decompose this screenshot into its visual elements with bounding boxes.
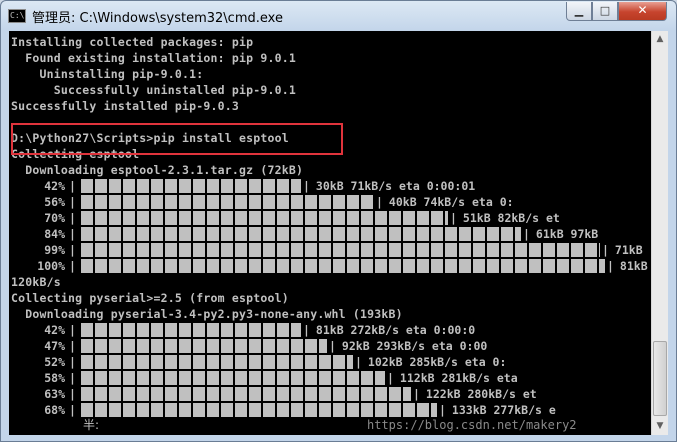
vertical-scrollbar[interactable]: ▲ ▼	[651, 31, 668, 435]
window-title: 管理员: C:\Windows\system32\cmd.exe	[32, 11, 283, 26]
progress-stats: 81kB	[613, 259, 648, 273]
console-output[interactable]: Installing collected packages: pip Found…	[9, 31, 651, 435]
maximize-button[interactable]: □	[592, 2, 618, 21]
progress-percent: 63%	[44, 387, 65, 401]
progress-bar-fill	[81, 323, 301, 337]
progress-percent: 100%	[37, 259, 65, 273]
progress-bar-start: |	[69, 339, 76, 353]
progress-bar	[81, 403, 437, 417]
progress-percent: 84%	[44, 227, 65, 241]
progress-bar-start: |	[69, 259, 76, 273]
progress-stats: 81kB 272kB/s eta 0:00:0	[309, 323, 476, 337]
progress-row: 42% | | 81kB 272kB/s eta 0:00:0	[9, 322, 651, 338]
progress-stats: 71kB	[608, 243, 643, 257]
minimize-button[interactable]: ▁	[566, 2, 592, 21]
progress-bar	[81, 323, 301, 337]
progress-percent: 99%	[44, 243, 65, 257]
progress-bar-start: |	[69, 387, 76, 401]
progress-bar-fill	[81, 227, 521, 241]
progress-bar-start: |	[69, 179, 76, 193]
console-line: Downloading esptool-2.3.1.tar.gz (72kB)	[11, 163, 304, 177]
progress-bar	[81, 179, 301, 193]
console-line: 120kB/s	[11, 275, 61, 289]
progress-row: 68% | | 133kB 277kB/s e	[9, 402, 651, 418]
highlight-box	[11, 123, 343, 155]
progress-bar-fill	[81, 259, 605, 273]
progress-bar-fill	[81, 211, 448, 225]
ime-status: 半:	[83, 418, 100, 432]
progress-percent: 58%	[44, 371, 65, 385]
progress-stats: 92kB 293kB/s eta 0:00	[335, 339, 488, 353]
scroll-up-arrow-icon[interactable]: ▲	[652, 31, 668, 48]
console-line: Uninstalling pip-9.0.1:	[11, 67, 204, 81]
progress-stats: 61kB 97kB	[529, 227, 599, 241]
progress-stats: 133kB 277kB/s e	[445, 403, 556, 417]
progress-bar-fill	[81, 371, 385, 385]
progress-bar-fill	[81, 179, 301, 193]
progress-stats: 51kB 82kB/s et	[456, 211, 560, 225]
progress-bar	[81, 339, 327, 353]
console-line: Downloading pyserial-3.4-py2.py3-none-an…	[11, 307, 403, 321]
cmd-icon[interactable]: C:\	[8, 9, 26, 23]
progress-row: 63% | | 122kB 280kB/s et	[9, 386, 651, 402]
progress-row: 84% | | 61kB 97kB	[9, 226, 651, 242]
scrollbar-thumb[interactable]	[653, 341, 667, 416]
progress-bar-start: |	[69, 371, 76, 385]
progress-bar	[81, 195, 374, 209]
progress-row: 52% | | 102kB 285kB/s eta 0:	[9, 354, 651, 370]
progress-percent: 70%	[44, 211, 65, 225]
progress-bar-start: |	[69, 227, 76, 241]
console-line: Successfully installed pip-9.0.3	[11, 99, 239, 113]
console-line: Collecting pyserial>=2.5 (from esptool)	[11, 291, 289, 305]
progress-bar-fill	[81, 355, 353, 369]
progress-bar-start: |	[69, 243, 76, 257]
progress-percent: 52%	[44, 355, 65, 369]
progress-row: 58% | | 112kB 281kB/s eta	[9, 370, 651, 386]
progress-bar-fill	[81, 339, 327, 353]
progress-stats: 102kB 285kB/s eta 0:	[361, 355, 507, 369]
progress-stats: 40kB 74kB/s eta 0:	[382, 195, 514, 209]
watermark: https://blog.csdn.net/makery2	[367, 418, 577, 432]
progress-bar-start: |	[69, 355, 76, 369]
progress-bar	[81, 259, 605, 273]
progress-percent: 42%	[44, 323, 65, 337]
progress-bar-fill	[81, 403, 437, 417]
progress-bar-start: |	[69, 211, 76, 225]
progress-percent: 68%	[44, 403, 65, 417]
console-line: Successfully uninstalled pip-9.0.1	[11, 83, 296, 97]
progress-row: 47% | | 92kB 293kB/s eta 0:00	[9, 338, 651, 354]
progress-percent: 56%	[44, 195, 65, 209]
title-bar[interactable]: C:\ 管理员: C:\Windows\system32\cmd.exe ▁ □…	[1, 1, 676, 31]
progress-row: 42% | | 30kB 71kB/s eta 0:00:01	[9, 178, 651, 194]
cmd-window: C:\ 管理员: C:\Windows\system32\cmd.exe ▁ □…	[0, 0, 677, 442]
progress-row: 56% | | 40kB 74kB/s eta 0:	[9, 194, 651, 210]
progress-stats: 112kB 281kB/s eta	[393, 371, 518, 385]
progress-bar	[81, 243, 600, 257]
progress-bar	[81, 387, 411, 401]
progress-row: 100% | | 81kB	[9, 258, 651, 274]
progress-bar-start: |	[69, 323, 76, 337]
progress-bar	[81, 211, 448, 225]
progress-bar-fill	[81, 243, 600, 257]
scroll-down-arrow-icon[interactable]: ▼	[652, 418, 668, 435]
progress-stats: 30kB 71kB/s eta 0:00:01	[309, 179, 476, 193]
console-line: Found existing installation: pip 9.0.1	[11, 51, 296, 65]
progress-bar	[81, 227, 521, 241]
console-line: Installing collected packages: pip	[11, 35, 254, 49]
progress-bar-fill	[81, 195, 374, 209]
progress-row: 70% | | 51kB 82kB/s et	[9, 210, 651, 226]
close-button[interactable]: ✕	[618, 2, 667, 21]
progress-bar-start: |	[69, 195, 76, 209]
progress-bar-start: |	[69, 403, 76, 417]
progress-stats: 122kB 280kB/s et	[419, 387, 537, 401]
progress-bar	[81, 371, 385, 385]
progress-percent: 42%	[44, 179, 65, 193]
progress-bar-fill	[81, 387, 411, 401]
progress-row: 99% | | 71kB	[9, 242, 651, 258]
progress-bar	[81, 355, 353, 369]
progress-percent: 47%	[44, 339, 65, 353]
